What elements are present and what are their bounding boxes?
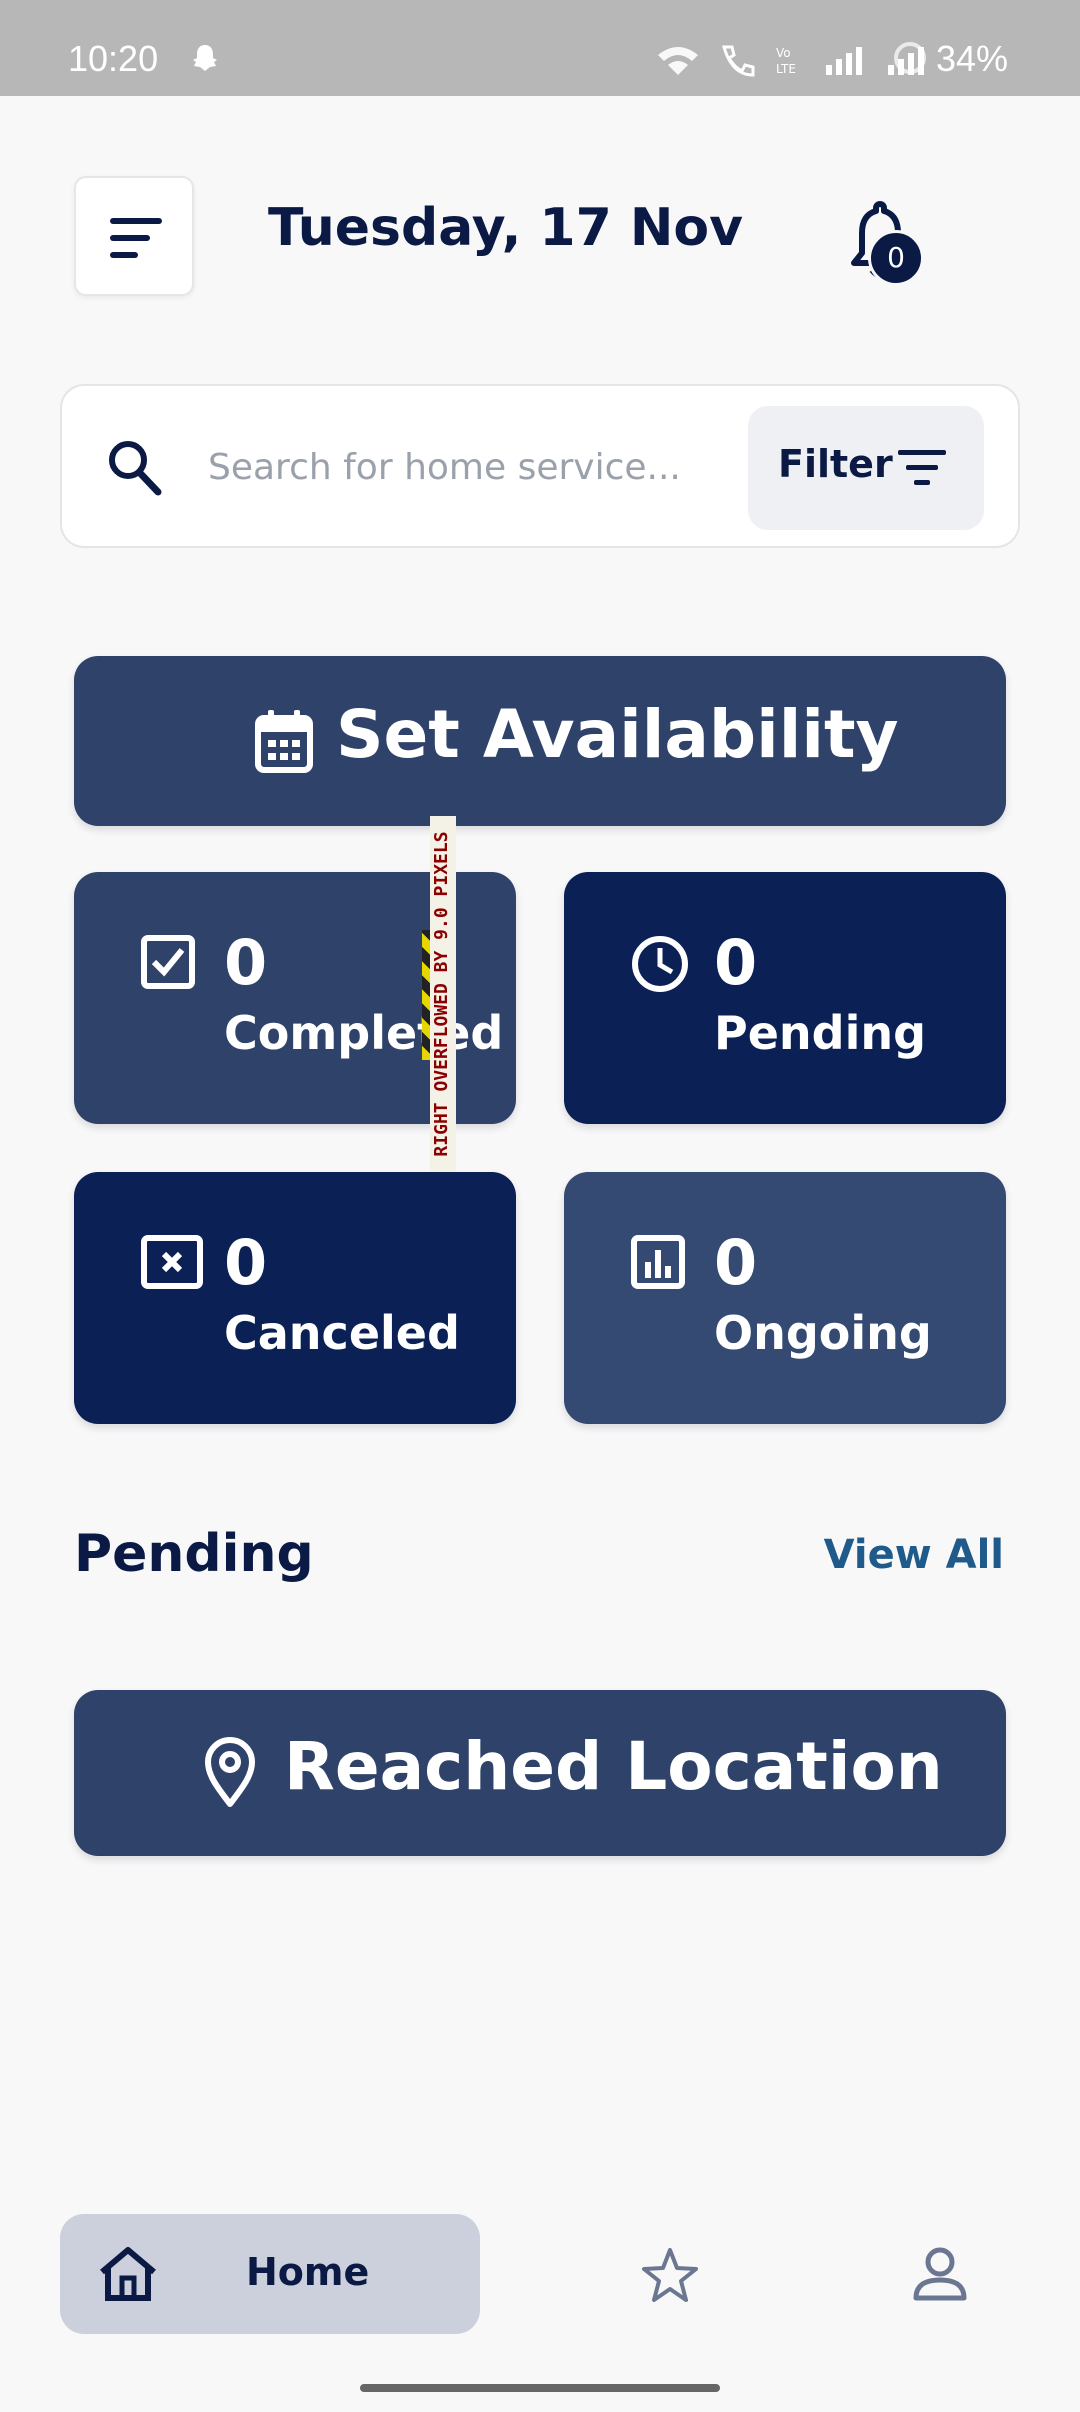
profile-icon[interactable] (912, 2244, 968, 2304)
volte-icon: Vo LTE (776, 46, 796, 76)
search-input[interactable] (206, 436, 730, 498)
call-icon (722, 45, 755, 77)
ongoing-count: 0 (714, 1226, 758, 1299)
completed-label: Completed (224, 1006, 504, 1060)
signal-icon (826, 47, 862, 75)
ongoing-card[interactable]: 0 Ongoing (564, 1172, 1006, 1424)
nav-home-tab[interactable]: Home (60, 2214, 480, 2334)
set-availability-label: Set Availability (336, 696, 899, 773)
pending-label: Pending (714, 1006, 927, 1060)
status-bar: 10:20 Vo LTE 34% (0, 0, 1080, 96)
search-icon (109, 441, 162, 496)
close-box-icon (141, 1235, 203, 1289)
svg-text:LTE: LTE (776, 62, 796, 76)
filter-button[interactable]: Filter (748, 406, 984, 530)
search-bar: Filter (60, 384, 1020, 548)
svg-text:Vo: Vo (776, 46, 791, 60)
star-icon[interactable] (640, 2246, 700, 2306)
bar-chart-icon (631, 1235, 685, 1289)
status-time: 10:20 (68, 38, 159, 79)
filter-label: Filter (778, 442, 893, 486)
reached-location-label: Reached Location (284, 1728, 943, 1805)
battery-percent: 34% (936, 38, 1009, 79)
gesture-bar (360, 2384, 720, 2392)
checkbox-icon (141, 935, 195, 989)
canceled-card[interactable]: 0 Canceled (74, 1172, 516, 1424)
status-icons: Vo LTE (656, 42, 930, 78)
view-all-link[interactable]: View All (824, 1532, 1004, 1578)
page-title: Tuesday, 17 Nov (268, 198, 744, 258)
ongoing-label: Ongoing (714, 1306, 932, 1360)
battery-icon (894, 42, 926, 74)
canceled-label: Canceled (224, 1306, 460, 1360)
set-availability-button[interactable]: Set Availability (74, 656, 1006, 826)
filter-icon (898, 450, 946, 485)
home-icon (100, 2247, 156, 2301)
completed-count: 0 (224, 926, 268, 999)
location-pin-icon (205, 1737, 255, 1807)
bottom-nav: Home (0, 2190, 1080, 2360)
notification-badge: 0 (868, 230, 924, 286)
pending-card[interactable]: 0 Pending (564, 872, 1006, 1124)
menu-icon (110, 218, 162, 258)
pending-section-title: Pending (74, 1524, 314, 1584)
nav-home-label: Home (246, 2250, 370, 2294)
calendar-icon (255, 710, 313, 773)
wifi-icon (658, 47, 698, 75)
reached-location-button[interactable]: Reached Location (74, 1690, 1006, 1856)
snapchat-icon (193, 45, 217, 71)
canceled-count: 0 (224, 1226, 268, 1299)
pending-count: 0 (714, 926, 758, 999)
overflow-warning-text: RIGHT OVERFLOWED BY 9.0 PIXELS (431, 831, 452, 1157)
menu-button[interactable] (74, 176, 194, 296)
clock-icon (632, 936, 688, 992)
